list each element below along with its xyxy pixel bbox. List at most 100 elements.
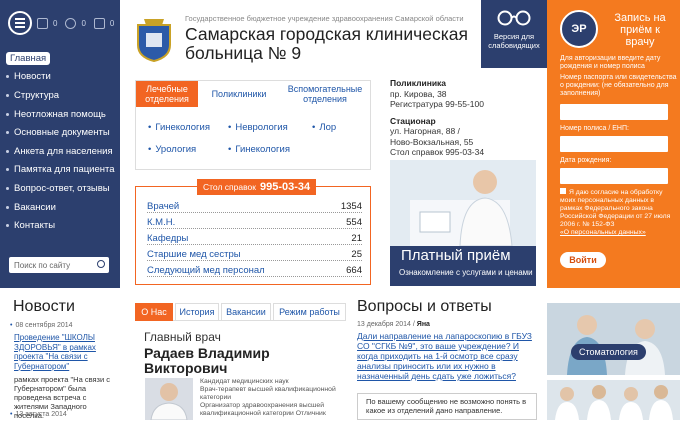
qa-title: Вопросы и ответы	[357, 298, 492, 315]
hospital-name-line1: Самарская городская клиническая	[185, 24, 468, 44]
tab-history[interactable]: История	[175, 303, 219, 321]
qa-date: 13 декабря 2014	[357, 321, 411, 328]
stat-value: 21	[351, 233, 362, 244]
hospital-name-line2: больница № 9	[185, 43, 302, 63]
nav-item-patient-memo[interactable]: Памятка для пациента	[0, 161, 120, 180]
low-vision-label: Версия для слабовидящих	[481, 32, 547, 50]
chief-photo	[145, 378, 193, 421]
nav-item-structure[interactable]: Структура	[0, 86, 120, 105]
news-link[interactable]: Проведение "ШКОЛЫ ЗДОРОВЬЯ" в рамках про…	[14, 333, 114, 371]
qa-meta: 13 декабря 2014 / Яна	[357, 321, 430, 328]
tab-polyclinics[interactable]: Поликлиники	[202, 81, 276, 107]
nav-item-survey[interactable]: Анкета для населения	[0, 142, 120, 161]
clinic-phone: Регистратура 99-55-100	[390, 99, 484, 109]
chief-info: Кандидат медицинских наук Врач-терапевт …	[200, 378, 340, 418]
dept-link-urology[interactable]: Урология	[148, 144, 196, 155]
hospital-address-2: Ново-Вокзальная, 55	[390, 136, 474, 147]
search-placeholder: Поиск по сайту	[14, 260, 71, 270]
nav-item-documents[interactable]: Основные документы	[0, 123, 120, 142]
sidebar-nav: Главная Новости Структура Неотложная пом…	[0, 49, 120, 235]
passport-field[interactable]	[560, 104, 668, 120]
stat-label: К.М.Н.	[147, 217, 176, 228]
tab-label-line2: отделения	[145, 94, 189, 104]
tab-auxiliary-departments[interactable]: Вспомогательные отделения	[282, 81, 368, 107]
hospital-name: Самарская городская клиническая больница…	[185, 25, 475, 63]
nav-item-qa[interactable]: Вопрос-ответ, отзывы	[0, 179, 120, 198]
passport-label: Номер паспорта или свидетельства о рожде…	[560, 74, 677, 97]
nav-item-emergency[interactable]: Неотложная помощь	[0, 105, 120, 124]
stat-label: Следующий мед персонал	[147, 265, 265, 276]
nav-item-contacts[interactable]: Контакты	[0, 216, 120, 235]
stomatology-banner[interactable]: Стоматология	[547, 303, 680, 375]
tab-vacancies[interactable]: Вакансии	[221, 303, 271, 321]
stat-row: Врачей 1354	[147, 201, 362, 213]
dept-link-neurology[interactable]: Неврология	[228, 122, 287, 133]
consent-block: Я даю согласие на обработку моих персона…	[560, 188, 678, 237]
document-counter: 0	[53, 18, 58, 28]
tab-about[interactable]: О Нас	[135, 303, 173, 321]
chief-info-line: Кандидат медицинских наук	[200, 378, 289, 385]
stat-row: Следующий мед персонал 664	[147, 265, 362, 277]
low-vision-button[interactable]: Версия для слабовидящих	[481, 0, 547, 68]
policy-field[interactable]	[560, 136, 668, 152]
tab-label: Поликлиники	[211, 89, 267, 99]
paid-services-subtitle: Ознакомление с услугами и ценами	[399, 268, 533, 277]
birthdate-label: Дата рождения:	[560, 157, 612, 164]
paid-services-banner[interactable]: Платный приём Ознакомление с услугами и …	[390, 160, 536, 286]
appointment-title: Запись на приём к врачу	[614, 12, 666, 48]
person-icon	[150, 383, 188, 421]
stats-panel: Врачей 1354 К.М.Н. 554 Кафедры 21 Старшие м…	[135, 186, 371, 285]
document-icon[interactable]	[37, 17, 48, 29]
search-input[interactable]: Поиск по сайту	[9, 257, 109, 273]
low-vision-label-line2: слабовидящих	[488, 41, 540, 50]
news-title: Новости	[13, 298, 75, 315]
qa-answer: По вашему сообщению не возможно понять в…	[357, 393, 537, 420]
stat-row: Старшие мед сестры 25	[147, 249, 362, 261]
nav-item-vacancies[interactable]: Вакансии	[0, 198, 120, 217]
about-tabs: О Нас История Вакансии Режим работы	[135, 303, 346, 321]
clinic-title: Поликлиника	[390, 78, 447, 88]
stat-row: К.М.Н. 554	[147, 217, 362, 229]
chief-info-line: Врач-терапевт высшей квалификационной ка…	[200, 386, 336, 401]
birthdate-field[interactable]	[560, 168, 668, 184]
chief-info-line: Организатор здравоохранения высшей квали…	[200, 402, 326, 417]
nav-item-news[interactable]: Новости	[0, 68, 120, 87]
news-date: 13 августа 2014	[10, 411, 66, 418]
chief-name: Радаев Владимир Викторович	[144, 345, 270, 376]
stat-value: 554	[346, 217, 362, 228]
stat-row: Кафедры 21	[147, 233, 362, 245]
stat-label: Кафедры	[147, 233, 189, 244]
stat-value: 1354	[340, 201, 362, 212]
globe-icon[interactable]	[65, 17, 77, 29]
info-desk-phone-badge: Стол справок 995-03-34	[197, 179, 317, 195]
login-button[interactable]: Войти	[560, 252, 606, 268]
tab-working-hours[interactable]: Режим работы	[273, 303, 346, 321]
departments-panel: Лечебные отделения Поликлиники Вспомогате…	[135, 80, 371, 170]
dept-link-gynecology[interactable]: Гинекология	[148, 122, 210, 133]
chief-label: Главный врач	[144, 330, 221, 344]
share-icon[interactable]	[93, 17, 105, 29]
doctors-banner[interactable]	[547, 380, 680, 420]
tab-label-line1: Лечебные	[146, 84, 188, 94]
sidebar-top-icons: 0 0 0	[8, 10, 117, 36]
dept-link-ent[interactable]: Лор	[312, 122, 336, 133]
stomatology-label: Стоматология	[571, 344, 646, 360]
clinic-address: пр. Кирова, 38	[390, 88, 447, 99]
tab-label-line2: отделения	[303, 94, 347, 104]
hospital-phone: Стол справок 995-03-34	[390, 147, 485, 157]
consent-link[interactable]: «О персональных данных»	[560, 229, 678, 237]
policy-label: Номер полиса / ЕНП:	[560, 125, 629, 132]
glasses-icon	[497, 10, 531, 26]
dept-link-gynecology-2[interactable]: Гинекология	[228, 144, 290, 155]
share-counter: 0	[109, 18, 115, 28]
paid-services-title: Платный приём	[401, 247, 511, 264]
low-vision-label-line1: Версия для	[493, 32, 535, 41]
search-icon[interactable]	[97, 260, 105, 268]
nav-item-home[interactable]: Главная	[0, 49, 120, 68]
qa-question-link[interactable]: Дали направление на лапароскопию в ГБУЗ …	[357, 331, 537, 381]
tab-medical-departments[interactable]: Лечебные отделения	[136, 81, 198, 107]
consent-checkbox[interactable]	[560, 188, 566, 194]
tab-label-line1: Вспомогательные	[287, 84, 363, 94]
menu-icon[interactable]	[8, 11, 32, 35]
dentist-illustration	[547, 303, 680, 375]
